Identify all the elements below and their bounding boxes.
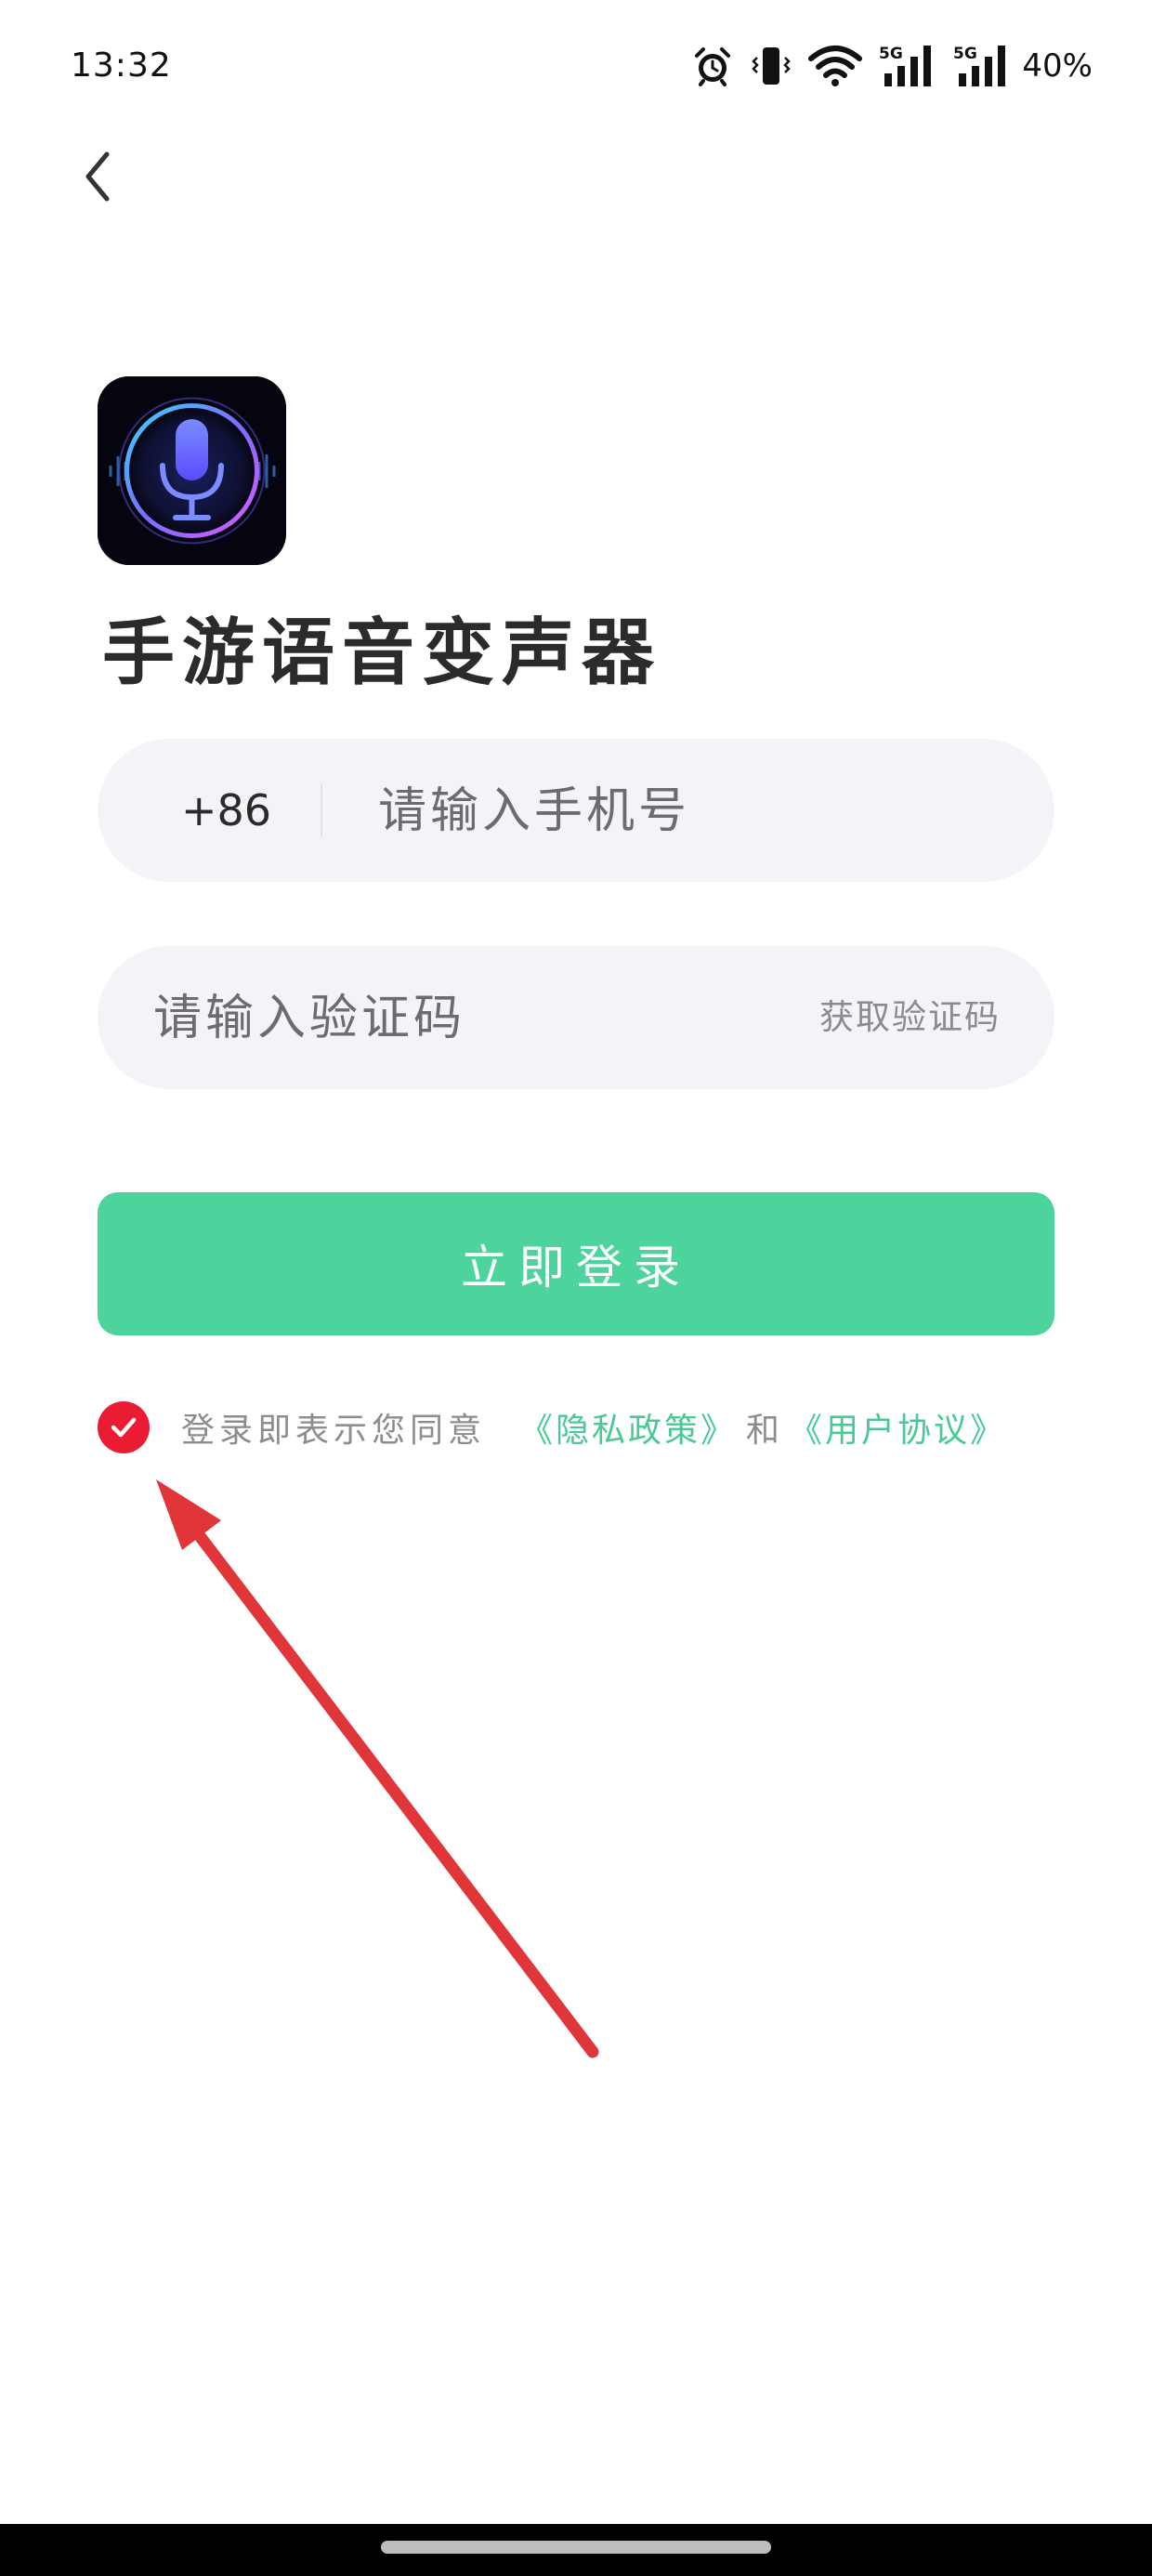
status-bar: 13:32 5G 5G 40% (0, 0, 1152, 139)
signal-icon-1: 5G (879, 44, 936, 88)
agreement-row: 登录即表示您同意 《隐私政策》 和 《用户协议》 (98, 1399, 1006, 1456)
signal-icon-2: 5G (953, 44, 1011, 88)
check-icon (111, 1417, 137, 1438)
agreement-text: 登录即表示您同意 (181, 1412, 487, 1450)
network-label-2: 5G (953, 45, 977, 63)
app-title: 手游语音变声器 (102, 611, 662, 695)
battery-level: 40% (1022, 47, 1093, 85)
code-field: 获取验证码 (98, 946, 1054, 1091)
network-label-1: 5G (879, 45, 903, 63)
verification-code-input[interactable] (151, 946, 805, 1091)
agree-checkbox[interactable] (98, 1401, 150, 1453)
status-icons: 5G 5G 40% (691, 41, 1093, 91)
back-button[interactable] (65, 139, 130, 214)
privacy-policy-link[interactable]: 《隐私政策》 (519, 1403, 737, 1452)
wifi-icon (808, 45, 863, 87)
field-divider (321, 783, 322, 837)
app-logo (98, 376, 286, 565)
user-agreement-link[interactable]: 《用户协议》 (789, 1403, 1006, 1452)
login-button[interactable]: 立即登录 (98, 1192, 1054, 1335)
alarm-icon (691, 45, 734, 87)
microphone-icon (98, 376, 286, 565)
home-indicator[interactable] (381, 2541, 771, 2554)
phone-input[interactable] (376, 739, 1021, 884)
status-time: 13:32 (71, 46, 172, 85)
get-code-button[interactable]: 获取验证码 (819, 946, 1001, 1089)
agreement-and-text: 和 (746, 1412, 780, 1450)
phone-field: +86 (98, 739, 1054, 884)
back-arrow-icon (85, 151, 110, 202)
vibrate-icon (751, 45, 792, 87)
country-code[interactable]: +86 (181, 739, 271, 882)
login-screen: 13:32 5G 5G 40% 手游语音变声器 +86 请输入手机号 请输入验证… (0, 0, 1152, 2576)
